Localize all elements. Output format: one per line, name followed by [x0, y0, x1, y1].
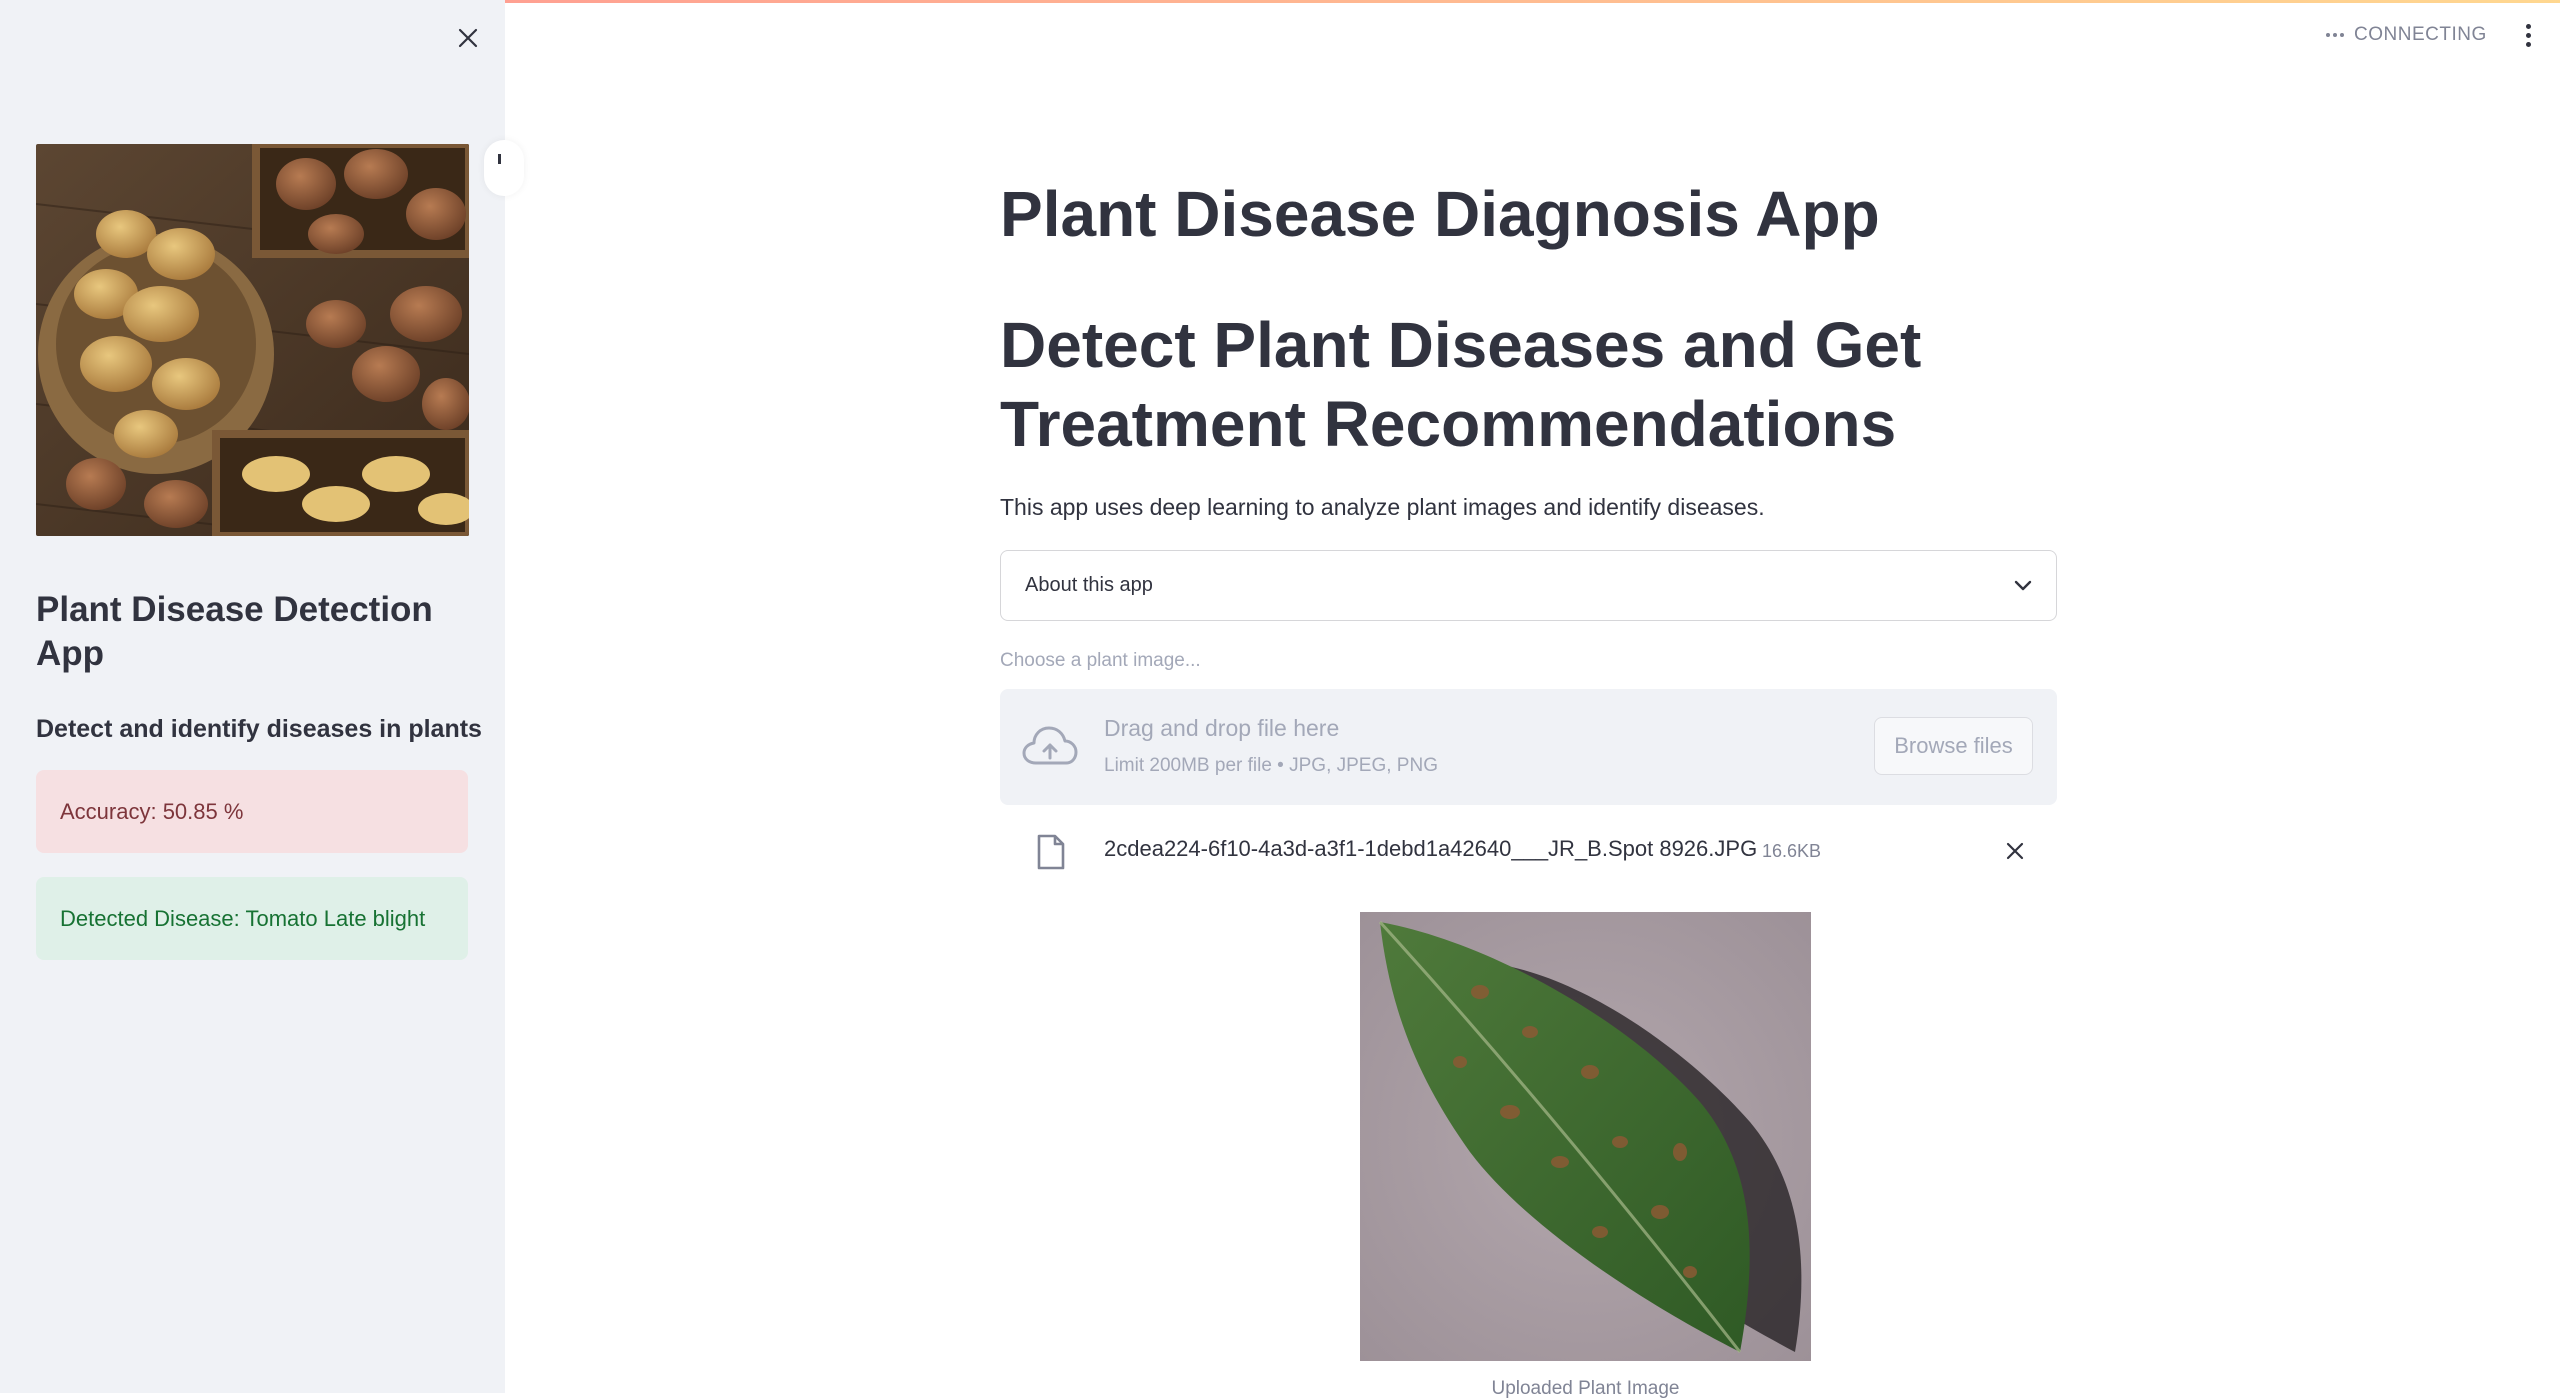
image-caption: Uploaded Plant Image: [1491, 1378, 1680, 1399]
app-description: This app uses deep learning to analyze p…: [1000, 494, 1765, 520]
sidebar-subtitle: Detect and identify diseases in plants: [36, 715, 482, 743]
remove-file-button[interactable]: [2000, 836, 2030, 866]
main-menu-button[interactable]: [2518, 18, 2538, 52]
potatoes-image: [36, 144, 469, 536]
remove-icon: [2006, 842, 2024, 860]
detected-disease-text: Detected Disease: Tomato Late blight: [60, 905, 426, 931]
file-dropzone[interactable]: Drag and drop file here Limit 200MB per …: [1000, 689, 2057, 805]
sidebar-collapse-handle[interactable]: [484, 140, 524, 196]
file-name: 2cdea224-6f10-4a3d-a3f1-1debd1a42640___J…: [1104, 836, 1758, 861]
sidebar-collapse-icon: [498, 154, 503, 164]
cloud-upload-icon: [1022, 726, 1078, 765]
status-text: CONNECTING: [2354, 24, 2487, 45]
kebab-menu-icon: [2525, 23, 2531, 29]
close-sidebar-button[interactable]: [452, 22, 484, 54]
accuracy-alert: Accuracy: 50.85 %: [36, 770, 468, 853]
close-icon: [458, 28, 478, 48]
dropzone-title: Drag and drop file here: [1104, 715, 1340, 741]
dropzone-limit: Limit 200MB per file • JPG, JPEG, PNG: [1104, 755, 1438, 776]
expander-label: About this app: [1025, 574, 1153, 596]
accuracy-text: Accuracy: 50.85 %: [60, 798, 244, 824]
uploaded-leaf-image: [1360, 912, 1811, 1361]
uploader-label: Choose a plant image...: [1000, 650, 1201, 671]
page-title: Plant Disease Diagnosis App: [1000, 178, 1880, 250]
connection-status: CONNECTING: [2326, 20, 2487, 50]
file-size: 16.6KB: [1762, 841, 1822, 861]
browse-files-button[interactable]: Browse files: [1874, 717, 2033, 775]
file-icon: [1037, 834, 1065, 870]
chevron-down-icon: [2014, 580, 2032, 590]
uploaded-file-row: 2cdea224-6f10-4a3d-a3f1-1debd1a42640___J…: [1000, 820, 2057, 880]
status-dots-icon: [2326, 33, 2344, 37]
sidebar: Plant Disease Detection App Detect and i…: [0, 0, 505, 1393]
about-expander[interactable]: About this app: [1000, 550, 2057, 621]
page-heading: Detect Plant Diseases and Get Treatment …: [1000, 309, 1922, 460]
sidebar-title: Plant Disease Detection App: [36, 590, 433, 673]
detected-disease-alert: Detected Disease: Tomato Late blight: [36, 877, 468, 960]
